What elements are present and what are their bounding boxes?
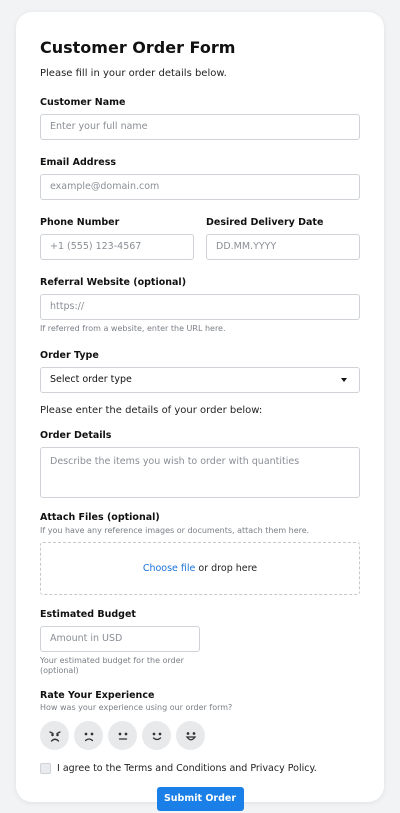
budget-help-line1: Your estimated budget for the order (40, 656, 184, 665)
order-type-label: Order Type (40, 350, 99, 361)
rating-options (40, 721, 360, 750)
attach-help: If you have any reference images or docu… (40, 526, 310, 535)
form-subtitle: Please fill in your order details below. (40, 68, 227, 79)
referral-input[interactable]: https:// (40, 294, 360, 320)
customer-name-input[interactable]: Enter your full name (40, 114, 360, 140)
very-satisfied-face-icon[interactable] (176, 721, 205, 750)
chevron-down-icon (341, 378, 347, 382)
order-details-textarea[interactable]: Describe the items you wish to order wit… (40, 447, 360, 498)
drop-text: or drop here (195, 563, 258, 574)
terms-row: I agree to the Terms and Conditions and … (40, 763, 360, 774)
dissatisfied-face-icon[interactable] (74, 721, 103, 750)
file-dropzone[interactable]: Choose file or drop here (40, 542, 360, 595)
form-title: Customer Order Form (40, 38, 236, 57)
terms-checkbox[interactable] (40, 763, 51, 774)
neutral-face-icon[interactable] (108, 721, 137, 750)
rating-label: Rate Your Experience (40, 690, 155, 701)
attach-label: Attach Files (optional) (40, 512, 160, 523)
details-intro: Please enter the details of your order b… (40, 405, 263, 416)
order-form-card: Customer Order Form Please fill in your … (16, 12, 384, 811)
choose-file-link[interactable]: Choose file (143, 563, 196, 574)
very-dissatisfied-face-icon[interactable] (40, 721, 69, 750)
order-type-selected: Select order type (50, 374, 132, 385)
terms-label[interactable]: I agree to the Terms and Conditions and … (57, 763, 317, 774)
budget-help-line2: (optional) (40, 666, 79, 675)
submit-order-button[interactable]: Submit Order (156, 787, 244, 811)
order-details-label: Order Details (40, 430, 112, 441)
phone-input[interactable]: +1 (555) 123-4567 (40, 234, 194, 260)
customer-name-label: Customer Name (40, 97, 126, 108)
budget-input[interactable]: Amount in USD (40, 626, 200, 652)
email-input[interactable]: example@domain.com (40, 174, 360, 200)
email-label: Email Address (40, 157, 117, 168)
delivery-date-label: Desired Delivery Date (206, 217, 324, 228)
referral-help: If referred from a website, enter the UR… (40, 324, 226, 333)
phone-label: Phone Number (40, 217, 120, 228)
order-type-select[interactable]: Select order type (40, 367, 360, 393)
referral-label: Referral Website (optional) (40, 277, 187, 288)
rating-help: How was your experience using our order … (40, 703, 233, 712)
budget-label: Estimated Budget (40, 609, 136, 620)
delivery-date-input[interactable]: DD.MM.YYYY (206, 234, 360, 260)
satisfied-face-icon[interactable] (142, 721, 171, 750)
